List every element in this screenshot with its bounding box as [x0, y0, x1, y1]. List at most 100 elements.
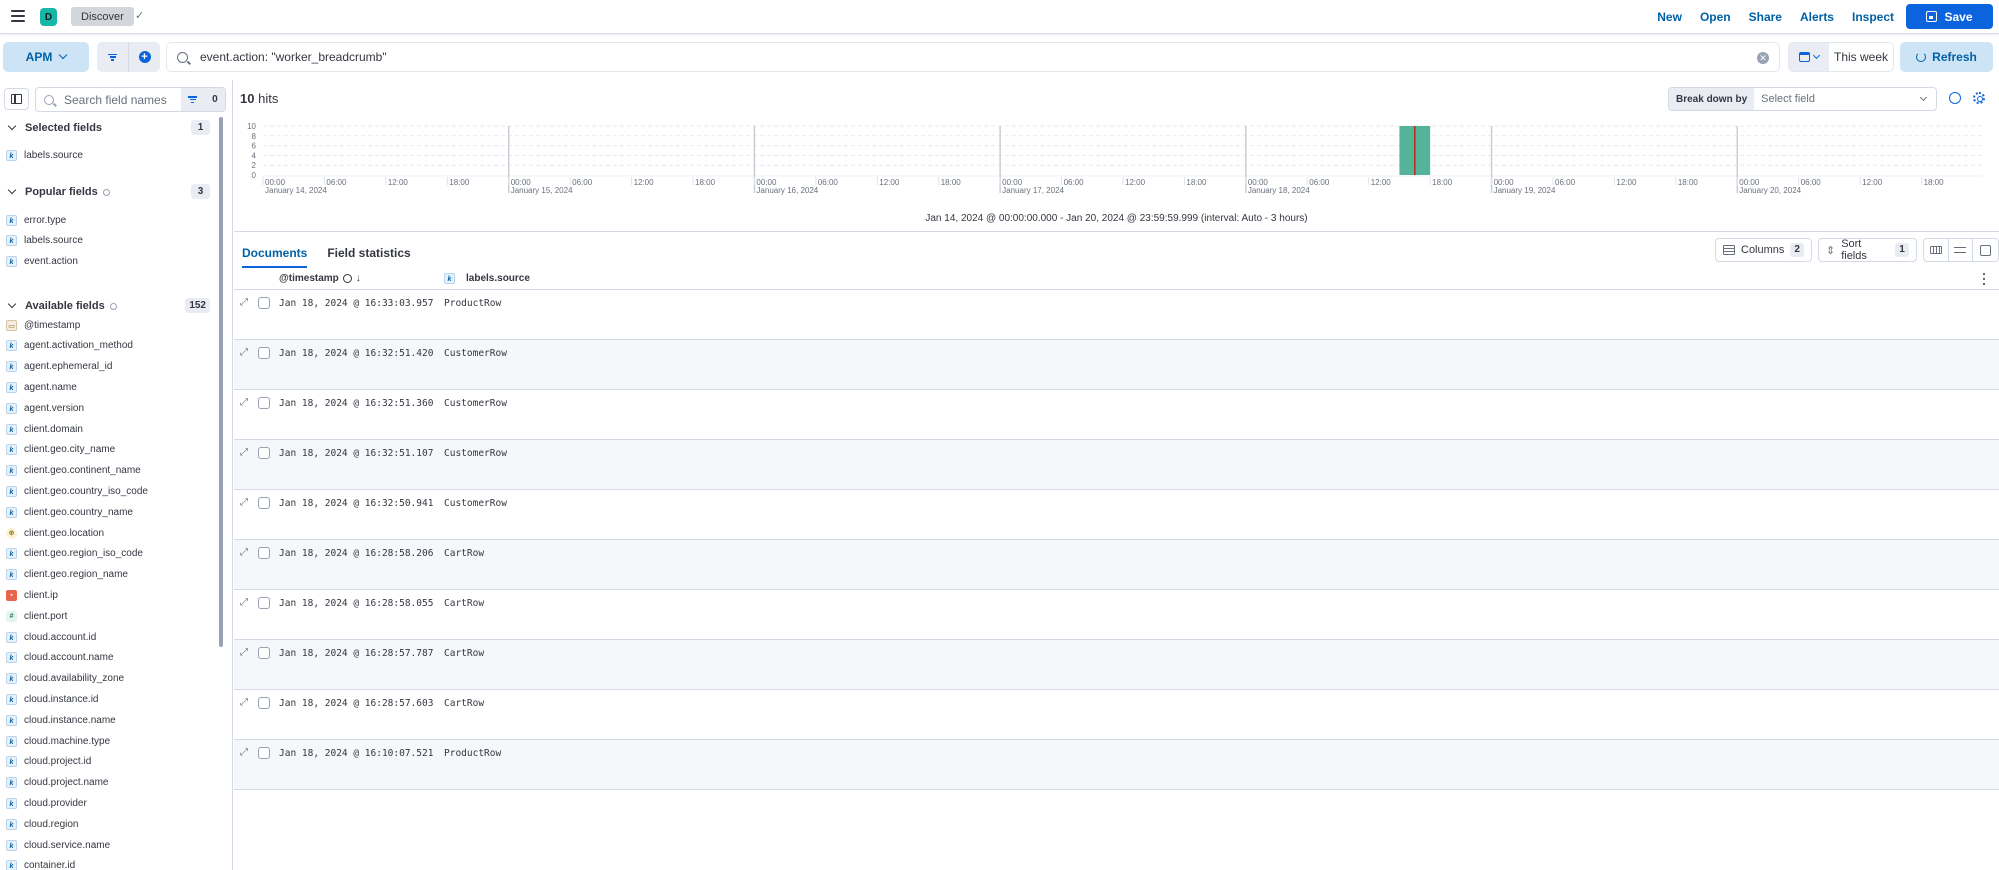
- expand-icon[interactable]: ⤢: [240, 498, 249, 508]
- field-list-item[interactable]: k agent.ephemeral_id: [6, 358, 211, 376]
- add-filter-button[interactable]: +: [129, 42, 160, 72]
- field-list-item[interactable]: ▭ @timestamp: [6, 316, 211, 334]
- field-list-item[interactable]: k error.type: [6, 211, 211, 229]
- alerts-link[interactable]: Alerts: [1800, 10, 1834, 24]
- display-settings-button[interactable]: [1949, 239, 1974, 261]
- row-checkbox[interactable]: [258, 597, 270, 609]
- field-list-item[interactable]: k client.geo.country_iso_code: [6, 482, 211, 500]
- keyword-type-icon: k: [6, 569, 17, 581]
- inspect-link[interactable]: Inspect: [1852, 10, 1894, 24]
- field-list-item[interactable]: k labels.source: [6, 146, 211, 164]
- field-list-item[interactable]: # client.port: [6, 607, 211, 625]
- field-list-item[interactable]: k container.id: [6, 857, 211, 870]
- sort-fields-button[interactable]: ⇕ Sort fields 1: [1817, 238, 1917, 262]
- section-title: Selected fields: [25, 122, 103, 134]
- row-checkbox[interactable]: [258, 747, 270, 759]
- expand-icon[interactable]: ⤢: [240, 398, 249, 408]
- field-list-item[interactable]: ⊕ client.geo.location: [6, 524, 211, 542]
- refresh-button[interactable]: Refresh: [1900, 42, 1993, 72]
- field-list-item[interactable]: k cloud.instance.id: [6, 690, 211, 708]
- x-day-label: January 16, 2024: [756, 186, 818, 195]
- field-list-item[interactable]: k agent.activation_method: [6, 337, 211, 355]
- row-checkbox[interactable]: [258, 697, 270, 709]
- tab-field-statistics[interactable]: Field statistics: [327, 242, 410, 268]
- row-checkbox[interactable]: [258, 297, 270, 309]
- chevron-down-icon: [1919, 93, 1928, 101]
- save-button[interactable]: Save: [1906, 4, 1993, 29]
- expand-icon[interactable]: ⤢: [240, 648, 249, 658]
- field-list-item[interactable]: k cloud.provider: [6, 794, 211, 812]
- query-input[interactable]: event.action: "worker_breadcrumb" ✕: [166, 42, 1780, 72]
- open-link[interactable]: Open: [1700, 10, 1731, 24]
- info-icon[interactable]: [109, 302, 117, 310]
- field-list-item[interactable]: k client.geo.region_iso_code: [6, 545, 211, 563]
- field-list-item[interactable]: k cloud.instance.name: [6, 711, 211, 729]
- field-list-item[interactable]: k client.geo.country_name: [6, 503, 211, 521]
- row-checkbox[interactable]: [258, 447, 270, 459]
- expand-icon[interactable]: ⤢: [240, 748, 249, 758]
- expand-icon[interactable]: ⤢: [240, 548, 249, 558]
- row-checkbox[interactable]: [258, 547, 270, 559]
- expand-icon[interactable]: ⤢: [240, 598, 249, 608]
- space-avatar[interactable]: D: [40, 8, 57, 26]
- menu-icon[interactable]: [11, 10, 25, 22]
- field-list-item[interactable]: k client.geo.continent_name: [6, 462, 211, 480]
- breakdown-field-select[interactable]: Select field: [1754, 88, 1936, 110]
- row-checkbox[interactable]: [258, 497, 270, 509]
- field-list-item[interactable]: ▪ client.ip: [6, 586, 211, 604]
- field-list-item[interactable]: k agent.name: [6, 378, 211, 396]
- keyboard-shortcuts-button[interactable]: [1924, 239, 1949, 261]
- new-link[interactable]: New: [1657, 10, 1682, 24]
- row-checkbox[interactable]: [258, 647, 270, 659]
- date-range[interactable]: This week: [1829, 43, 1893, 71]
- field-list-item[interactable]: k event.action: [6, 253, 211, 271]
- expand-icon[interactable]: ⤢: [240, 298, 249, 308]
- field-search-input[interactable]: Search field names 0: [35, 87, 226, 112]
- chart-settings-button[interactable]: [1971, 90, 1987, 106]
- field-list-item[interactable]: k labels.source: [6, 232, 211, 250]
- share-link[interactable]: Share: [1749, 10, 1782, 24]
- sort-desc-icon[interactable]: ↓: [356, 273, 361, 284]
- field-list-item[interactable]: k cloud.account.id: [6, 628, 211, 646]
- filter-controls: +: [97, 42, 160, 72]
- field-list-item[interactable]: k cloud.machine.type: [6, 732, 211, 750]
- field-list-item[interactable]: k cloud.availability_zone: [6, 670, 211, 688]
- data-view-picker[interactable]: APM: [3, 42, 89, 72]
- field-type-filter-button[interactable]: 0: [181, 88, 225, 111]
- columns-button[interactable]: Columns 2: [1715, 238, 1812, 262]
- field-list-item[interactable]: k client.geo.region_name: [6, 566, 211, 584]
- x-tick-label: 12:00: [388, 178, 409, 187]
- field-list-item[interactable]: k cloud.project.id: [6, 753, 211, 771]
- field-list-item[interactable]: k client.geo.city_name: [6, 441, 211, 459]
- column-header-timestamp[interactable]: @timestamp ↓: [279, 273, 361, 284]
- clear-icon[interactable]: ✕: [1757, 52, 1769, 64]
- expand-icon[interactable]: ⤢: [240, 348, 249, 358]
- popular-fields-header[interactable]: Popular fields 3: [7, 184, 210, 200]
- cell-timestamp: Jan 18, 2024 @ 16:32:50.941: [279, 498, 434, 509]
- field-list-item[interactable]: k cloud.service.name: [6, 836, 211, 854]
- ai-assistant-button[interactable]: [1947, 90, 1963, 106]
- collapse-sidebar-button[interactable]: [4, 88, 29, 110]
- available-fields-header[interactable]: Available fields 152: [7, 298, 210, 314]
- info-icon[interactable]: [102, 188, 110, 196]
- selected-fields-header[interactable]: Selected fields 1: [7, 120, 210, 136]
- fullscreen-button[interactable]: [1973, 239, 1998, 261]
- field-name: cloud.project.id: [24, 756, 92, 768]
- field-list-item[interactable]: k agent.version: [6, 399, 211, 417]
- query-text[interactable]: event.action: "worker_breadcrumb": [200, 50, 387, 64]
- field-list-item[interactable]: k cloud.region: [6, 815, 211, 833]
- quick-menu-button[interactable]: [1789, 43, 1829, 71]
- field-list-item[interactable]: k cloud.account.name: [6, 649, 211, 667]
- field-list-item[interactable]: k client.domain: [6, 420, 211, 438]
- expand-icon[interactable]: ⤢: [240, 448, 249, 458]
- row-checkbox[interactable]: [258, 397, 270, 409]
- expand-icon[interactable]: ⤢: [240, 698, 249, 708]
- filter-menu-button[interactable]: [97, 42, 129, 72]
- tab-documents[interactable]: Documents: [242, 242, 308, 268]
- row-checkbox[interactable]: [258, 347, 270, 359]
- histogram-chart[interactable]: 024681000:00 06:00 12:00 18:00January 14, 2…: [234, 116, 1999, 216]
- sidebar-scrollbar[interactable]: [219, 117, 223, 647]
- breadcrumb-discover[interactable]: Discover: [71, 7, 134, 26]
- field-list-item[interactable]: k cloud.project.name: [6, 774, 211, 792]
- column-header-labels-source[interactable]: k labels.source: [444, 273, 530, 284]
